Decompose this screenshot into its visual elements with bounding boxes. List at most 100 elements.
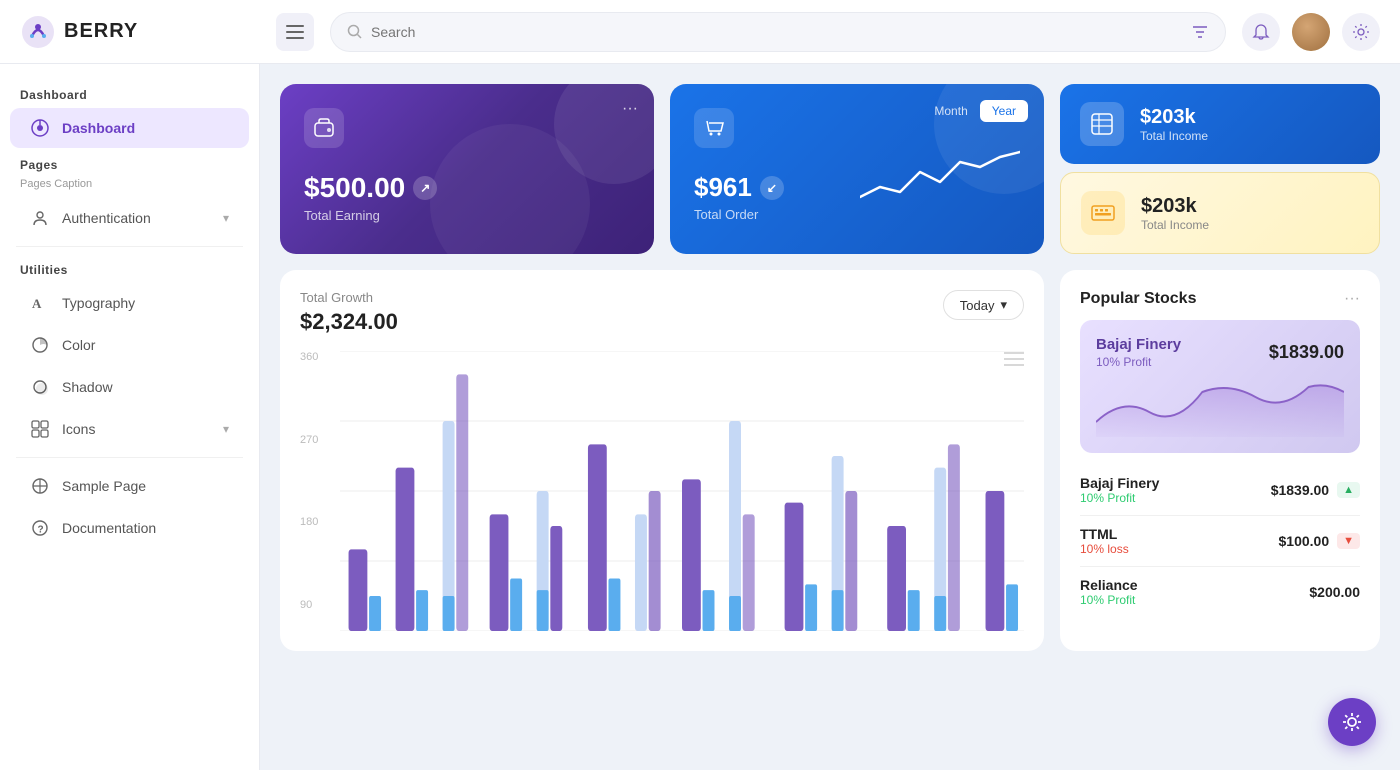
sample-page-icon <box>30 476 50 496</box>
avatar[interactable] <box>1292 13 1330 51</box>
logo-area: BERRY <box>20 14 260 50</box>
icons-icon <box>30 419 50 439</box>
stock-list-item-ttml: TTML 10% loss $100.00 ▼ <box>1080 516 1360 567</box>
income-blue-icon-box <box>1080 102 1124 146</box>
sidebar-item-color-label: Color <box>62 337 95 353</box>
gear-icon <box>1352 23 1370 41</box>
wave-svg <box>860 137 1020 217</box>
stock-reliance-price: $200.00 <box>1309 584 1360 600</box>
hamburger-button[interactable] <box>276 13 314 51</box>
fab-button[interactable] <box>1328 698 1376 746</box>
wallet-icon <box>313 117 335 139</box>
stock-bajaj-info: Bajaj Finery 10% Profit <box>1080 475 1159 505</box>
chart-amount: $2,324.00 <box>300 309 398 335</box>
sidebar-item-authentication[interactable]: Authentication ▾ <box>10 198 249 238</box>
stock-bajaj-profit: 10% Profit <box>1080 491 1159 505</box>
earning-label: Total Earning <box>304 208 630 223</box>
chart-area: 360 270 180 90 <box>300 351 1024 631</box>
sidebar-section-utilities: Utilities <box>0 255 259 281</box>
income-yellow-label: Total Income <box>1141 218 1209 232</box>
stocks-menu-icon[interactable]: ··· <box>1344 290 1360 308</box>
earning-card-menu[interactable]: ··· <box>622 100 638 118</box>
income-blue-amount: $203k <box>1140 106 1208 129</box>
stock-feature-price: $1839.00 <box>1269 342 1344 363</box>
chart-card: Total Growth $2,324.00 Today ▾ <box>280 270 1044 651</box>
order-wave-chart <box>784 113 1020 217</box>
income-yellow-text: $203k Total Income <box>1141 195 1209 232</box>
auth-icon <box>30 208 50 228</box>
card-income-yellow: $203k Total Income <box>1060 172 1380 254</box>
stocks-card: Popular Stocks ··· Bajaj Finery 10% Prof… <box>1060 270 1380 651</box>
hamburger-icon <box>286 25 304 39</box>
sidebar-divider <box>16 246 243 247</box>
top-cards-row: ··· $500.00 ↗ Total Earning Month Year <box>280 84 1380 254</box>
stocks-header: Popular Stocks ··· <box>1080 290 1360 308</box>
stocks-title: Popular Stocks <box>1080 290 1196 308</box>
search-filter-icon[interactable] <box>1191 24 1209 40</box>
stock-ttml-name: TTML <box>1080 526 1129 542</box>
sidebar-item-shadow[interactable]: Shadow <box>10 367 249 407</box>
stock-list-item-reliance: Reliance 10% Profit $200.00 <box>1080 567 1360 617</box>
table-icon <box>1090 112 1114 136</box>
stock-bajaj-name: Bajaj Finery <box>1080 475 1159 491</box>
color-icon <box>30 335 50 355</box>
sidebar: Dashboard Dashboard Pages Pages Caption … <box>0 64 260 770</box>
sidebar-item-dashboard[interactable]: Dashboard <box>10 108 249 148</box>
stock-reliance-price-area: $200.00 <box>1309 584 1360 600</box>
sidebar-item-sample-page-label: Sample Page <box>62 478 146 494</box>
main-layout: Dashboard Dashboard Pages Pages Caption … <box>0 64 1400 770</box>
sidebar-item-sample-page[interactable]: Sample Page <box>10 466 249 506</box>
sidebar-section-dashboard: Dashboard <box>0 80 259 106</box>
chart-title: Total Growth <box>300 290 398 305</box>
sidebar-section-pages: Pages <box>0 150 259 176</box>
sidebar-item-icons[interactable]: Icons ▾ <box>10 409 249 449</box>
card-total-order: Month Year $961 <box>670 84 1044 254</box>
icons-chevron-icon: ▾ <box>223 422 229 436</box>
sidebar-divider-2 <box>16 457 243 458</box>
typography-icon: A <box>30 293 50 313</box>
income-yellow-amount: $203k <box>1141 195 1209 218</box>
tab-year[interactable]: Year <box>980 100 1028 122</box>
stock-feature-info: Bajaj Finery 10% Profit <box>1096 336 1181 369</box>
income-blue-label: Total Income <box>1140 129 1208 143</box>
order-left: $961 ↙ Total Order <box>694 108 784 222</box>
income-yellow-icon-box <box>1081 191 1125 235</box>
sidebar-item-typography[interactable]: A Typography <box>10 283 249 323</box>
sidebar-item-documentation[interactable]: ? Documentation <box>10 508 249 548</box>
search-input[interactable] <box>371 24 1183 40</box>
sidebar-pages-caption: Pages Caption <box>0 176 259 196</box>
sidebar-item-color[interactable]: Color <box>10 325 249 365</box>
right-cards-column: $203k Total Income <box>1060 84 1380 254</box>
earning-amount: $500.00 ↗ <box>304 172 630 204</box>
stock-feature-profit: 10% Profit <box>1096 355 1181 369</box>
stock-mini-chart <box>1096 377 1344 437</box>
stock-ttml-price-area: $100.00 ▼ <box>1279 533 1361 549</box>
income-blue-text: $203k Total Income <box>1140 106 1208 143</box>
docs-icon: ? <box>30 518 50 538</box>
topbar-right <box>1242 13 1380 51</box>
stock-ttml-loss: 10% loss <box>1080 542 1129 556</box>
logo-icon <box>20 14 56 50</box>
order-badge: ↙ <box>760 176 784 200</box>
order-content: $961 ↙ Total Order <box>694 108 1020 222</box>
content-area: ··· $500.00 ↗ Total Earning Month Year <box>260 64 1400 770</box>
stock-bajaj-price: $1839.00 <box>1271 482 1329 498</box>
earning-badge: ↗ <box>413 176 437 200</box>
bell-icon <box>1252 23 1270 41</box>
topbar: BERRY <box>0 0 1400 64</box>
card-total-earning: ··· $500.00 ↗ Total Earning <box>280 84 654 254</box>
app-name: BERRY <box>64 20 138 43</box>
tab-month[interactable]: Month <box>922 100 979 122</box>
shadow-icon <box>30 377 50 397</box>
today-button[interactable]: Today ▾ <box>943 290 1024 320</box>
month-year-tabs: Month Year <box>922 100 1028 122</box>
sidebar-item-docs-label: Documentation <box>62 520 156 536</box>
svg-text:?: ? <box>38 525 44 536</box>
sidebar-item-icons-label: Icons <box>62 421 95 437</box>
auth-chevron-icon: ▾ <box>223 211 229 225</box>
settings-button[interactable] <box>1342 13 1380 51</box>
stock-bajaj-badge: ▲ <box>1337 482 1360 498</box>
chart-title-area: Total Growth $2,324.00 <box>300 290 398 335</box>
notification-button[interactable] <box>1242 13 1280 51</box>
search-bar <box>330 12 1226 52</box>
